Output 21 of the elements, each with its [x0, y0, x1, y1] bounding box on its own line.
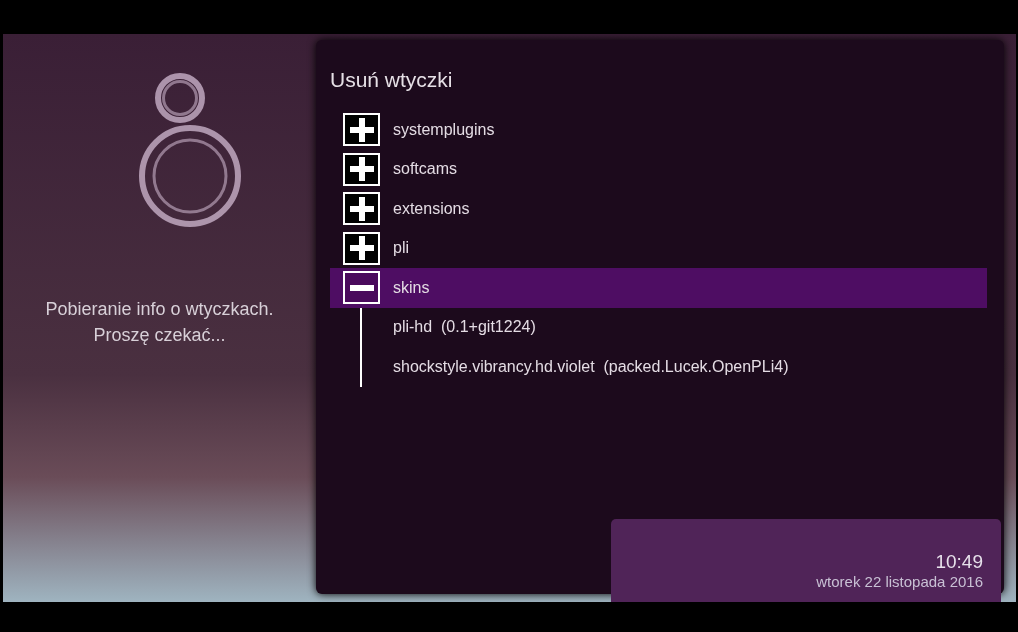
expand-icon[interactable] — [343, 113, 380, 147]
collapse-icon[interactable] — [343, 271, 380, 305]
plugin-category[interactable]: extensions — [330, 189, 987, 229]
plugin-entry[interactable]: pli-hd (0.1+git1224) — [393, 315, 536, 340]
plugin-category[interactable]: pli — [330, 228, 987, 268]
plugin-entry[interactable]: shockstyle.vibrancy.hd.violet (packed.Lucek.OpenPLi4) — [393, 354, 789, 379]
category-label: skins — [393, 277, 430, 298]
panel-title: Usuń wtyczki — [330, 67, 453, 93]
expand-icon[interactable] — [343, 152, 380, 186]
clock-date: wtorek 22 listopada 2016 — [816, 573, 983, 591]
expand-icon[interactable] — [343, 192, 380, 226]
plugin-category[interactable]: softcams — [330, 149, 987, 189]
clock-time: 10:49 — [935, 551, 983, 573]
expand-icon[interactable] — [343, 231, 380, 265]
category-label: pli — [393, 238, 409, 259]
category-label: extensions — [393, 198, 470, 219]
category-label: softcams — [393, 159, 457, 180]
loading-message: Pobieranie info o wtyczkach. Proszę czekać... — [45, 298, 274, 347]
category-label: systemplugins — [393, 119, 495, 140]
plugin-category[interactable]: skins — [330, 268, 987, 308]
plugin-category[interactable]: systemplugins — [330, 110, 987, 150]
